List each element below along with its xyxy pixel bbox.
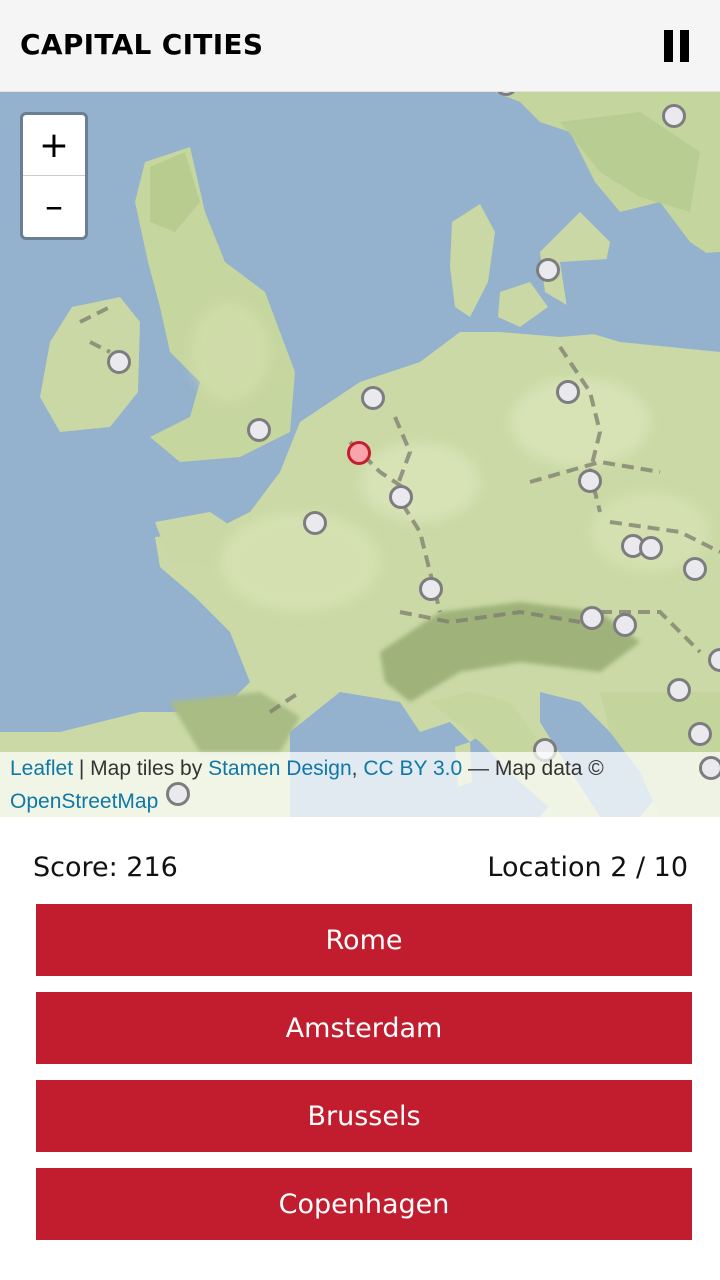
leaflet-link[interactable]: Leaflet [10,757,73,780]
city-marker-active[interactable] [347,441,371,465]
city-marker[interactable] [699,756,720,780]
city-marker[interactable] [578,469,602,493]
city-marker[interactable] [662,104,686,128]
city-marker[interactable] [667,678,691,702]
city-marker[interactable] [580,606,604,630]
city-marker[interactable] [389,485,413,509]
city-marker[interactable] [303,511,327,535]
answer-button-rome[interactable]: Rome [36,904,692,976]
answer-button-brussels[interactable]: Brussels [36,1080,692,1152]
city-marker[interactable] [688,722,712,746]
city-marker[interactable] [419,577,443,601]
city-marker[interactable] [361,386,385,410]
answer-button-amsterdam[interactable]: Amsterdam [36,992,692,1064]
map[interactable]: + – Leaflet | Map tiles by Stamen Design… [0,92,720,817]
zoom-out-button[interactable]: – [23,176,85,237]
city-marker[interactable] [536,258,560,282]
attribution-text: — Map data © [462,757,604,780]
map-attribution: Leaflet | Map tiles by Stamen Design, CC… [0,752,720,817]
city-marker[interactable] [683,557,707,581]
city-marker[interactable] [613,613,637,637]
answer-button-copenhagen[interactable]: Copenhagen [36,1168,692,1240]
license-link[interactable]: CC BY 3.0 [363,757,462,780]
location-progress: Location 2 / 10 [487,852,688,883]
app-header: CAPITAL CITIES [0,0,720,92]
osm-link[interactable]: OpenStreetMap [10,790,158,813]
city-marker[interactable] [639,536,663,560]
score-label: Score: 216 [33,852,178,883]
pause-button[interactable] [656,26,696,66]
city-marker[interactable] [166,782,190,806]
city-marker[interactable] [107,350,131,374]
city-marker[interactable] [556,380,580,404]
stamen-link[interactable]: Stamen Design [208,757,352,780]
zoom-control: + – [20,112,88,240]
attribution-text: | Map tiles by [73,757,209,780]
attribution-text: , [351,757,364,780]
zoom-in-button[interactable]: + [23,115,85,176]
city-marker[interactable] [247,418,271,442]
status-bar: Score: 216 Location 2 / 10 [0,848,720,892]
page-title: CAPITAL CITIES [20,28,264,61]
